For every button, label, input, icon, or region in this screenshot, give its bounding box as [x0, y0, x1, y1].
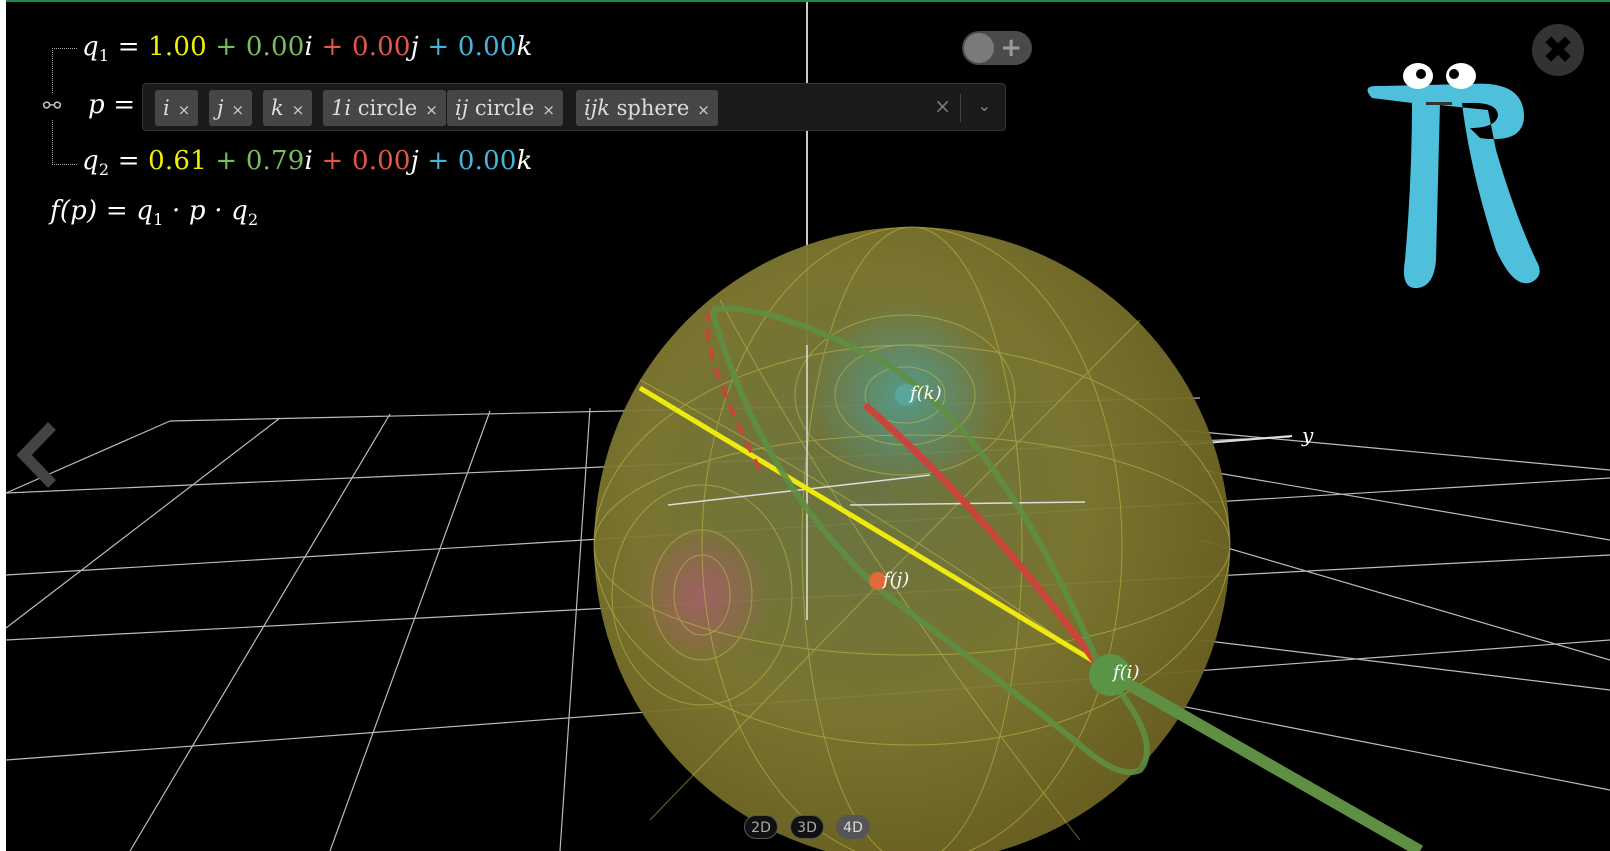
bracket-top	[52, 48, 77, 93]
q1-real[interactable]: 1.00	[148, 32, 207, 62]
chip-remove-icon[interactable]: ×	[178, 101, 191, 119]
unlink-icon[interactable]: ⚯	[38, 93, 66, 121]
ijk-sphere	[593, 226, 1423, 851]
view-4d-button[interactable]: 4D	[836, 815, 870, 839]
chip-text: sphere	[609, 96, 690, 120]
chip-label: j	[217, 96, 224, 120]
chip-ijk-sphere[interactable]: ijk sphere ×	[576, 90, 718, 126]
f-equation: f(p) = q1 · p · q2	[50, 196, 258, 229]
q2-j[interactable]: 0.00	[352, 146, 411, 176]
close-icon[interactable]: ✖	[1532, 24, 1584, 76]
q1-op2: +	[321, 32, 344, 62]
p-selector[interactable]: i × j × k × 1i circle × ij circle × ijk spher…	[142, 83, 1006, 131]
q2-eq: =	[117, 146, 140, 176]
chevron-left-icon[interactable]	[14, 420, 60, 490]
q1-basis-j: j	[410, 32, 419, 62]
chip-j[interactable]: j ×	[209, 90, 253, 126]
q1-equation: q1 = 1.00 + 0.00i + 0.00j + 0.00k	[82, 32, 533, 65]
q2-real[interactable]: 0.61	[148, 146, 207, 176]
f-sub2: 2	[248, 210, 259, 230]
chip-remove-icon[interactable]: ×	[232, 101, 245, 119]
q1-op1: +	[215, 32, 238, 62]
q1-basis-i: i	[304, 32, 314, 62]
chip-text: circle	[351, 96, 418, 120]
q1-i[interactable]: 0.00	[246, 32, 305, 62]
q2-basis-i: i	[304, 146, 314, 176]
chevron-down-icon[interactable]: ⌄	[978, 96, 991, 115]
plus-icon: +	[1000, 33, 1022, 63]
label-fk: f(k)	[910, 383, 942, 404]
chip-label: ijk	[584, 96, 610, 120]
view-2d-button[interactable]: 2D	[744, 815, 778, 839]
q2-k[interactable]: 0.00	[458, 146, 517, 176]
label-fi: f(i)	[1113, 662, 1140, 683]
q2-op2: +	[321, 146, 344, 176]
bracket-bottom	[52, 120, 77, 165]
chip-1i-circle[interactable]: 1i circle ×	[323, 90, 446, 126]
chip-ij-circle[interactable]: ij circle ×	[447, 90, 563, 126]
label-fj: f(j)	[883, 569, 910, 590]
q2-equation: q2 = 0.61 + 0.79i + 0.00j + 0.00k	[82, 146, 533, 179]
pi-mascot-logo	[1367, 63, 1540, 289]
q1-eq: =	[117, 32, 140, 62]
chip-label: k	[271, 96, 284, 120]
q2-sub: 2	[98, 160, 110, 180]
q1-basis-k: k	[516, 32, 533, 62]
p-equation: p =	[88, 90, 135, 120]
chip-k[interactable]: k ×	[263, 90, 313, 126]
q1-j[interactable]: 0.00	[352, 32, 411, 62]
q2-op3: +	[427, 146, 450, 176]
clear-all-icon[interactable]: ×	[934, 94, 951, 118]
p-eq: =	[113, 90, 136, 120]
q1-sub: 1	[98, 46, 110, 66]
f-sub1: 1	[153, 210, 164, 230]
chip-text: circle	[468, 96, 535, 120]
q2-basis-k: k	[516, 146, 533, 176]
p-name: p	[88, 90, 105, 120]
toggle-switch[interactable]: +	[962, 31, 1032, 65]
left-edge	[0, 0, 6, 851]
q2-basis-j: j	[410, 146, 419, 176]
toggle-knob	[964, 33, 994, 63]
chip-remove-icon[interactable]: ×	[542, 101, 555, 119]
chip-i[interactable]: i ×	[155, 90, 199, 126]
f-text: f(p) = q	[50, 196, 154, 226]
view-3d-button[interactable]: 3D	[790, 815, 824, 839]
chip-remove-icon[interactable]: ×	[292, 101, 305, 119]
chip-label: ij	[455, 96, 469, 120]
q1-op3: +	[427, 32, 450, 62]
chip-label: 1i	[331, 96, 352, 120]
f-mid: · p · q	[163, 196, 248, 226]
q1-k[interactable]: 0.00	[458, 32, 517, 62]
y-axis-label: y	[1302, 423, 1314, 447]
q1-name: q	[82, 32, 99, 62]
q2-op1: +	[215, 146, 238, 176]
chip-remove-icon[interactable]: ×	[697, 101, 710, 119]
q2-name: q	[82, 146, 99, 176]
selector-separator	[960, 94, 961, 122]
chip-label: i	[163, 96, 170, 120]
q2-i[interactable]: 0.79	[246, 146, 305, 176]
chip-remove-icon[interactable]: ×	[425, 101, 438, 119]
